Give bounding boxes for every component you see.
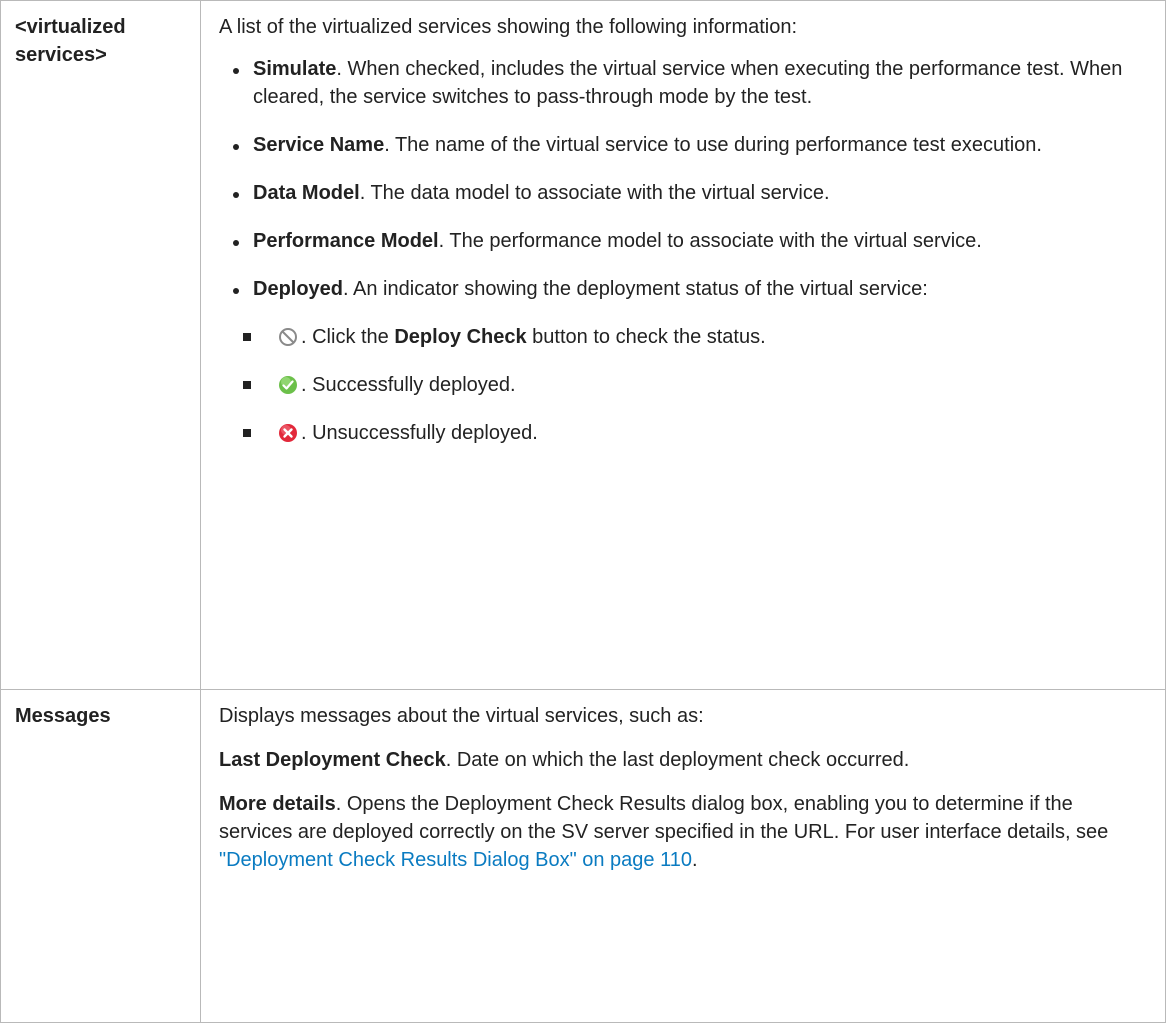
term-deployed: Deployed xyxy=(253,278,344,300)
success-check-icon xyxy=(277,374,299,396)
desc-performance-model: . The performance model to associate wit… xyxy=(438,230,982,252)
status-item-error: . Unsuccessfully deployed. xyxy=(219,419,1147,447)
status-text-error: . Unsuccessfully deployed. xyxy=(301,422,538,444)
list-item-service-name: Service Name. The name of the virtual se… xyxy=(219,131,1147,159)
row-label: Messages xyxy=(0,689,201,1023)
list-item-deployed: Deployed. An indicator showing the deplo… xyxy=(219,275,1147,303)
status-pre: . Click the xyxy=(301,326,395,348)
term-performance-model: Performance Model xyxy=(253,230,439,252)
more-details-paragraph: More details. Opens the Deployment Check… xyxy=(219,790,1147,874)
list-item-performance-model: Performance Model. The performance model… xyxy=(219,227,1147,255)
properties-table: <virtualized services> A list of the vir… xyxy=(0,0,1166,1023)
list-item-data-model: Data Model. The data model to associate … xyxy=(219,179,1147,207)
row-description: Displays messages about the virtual serv… xyxy=(200,689,1166,1023)
term-more-details: More details xyxy=(219,793,336,815)
messages-intro: Displays messages about the virtual serv… xyxy=(219,705,704,727)
status-text-success: . Successfully deployed. xyxy=(301,374,516,396)
desc-simulate: . When checked, includes the virtual ser… xyxy=(253,58,1123,108)
table-row-virtualized-services: <virtualized services> A list of the vir… xyxy=(0,0,1166,690)
end-period: . xyxy=(691,849,698,871)
table-row-messages: Messages Displays messages about the vir… xyxy=(0,689,1166,1023)
deployment-check-results-link[interactable]: "Deployment Check Results Dialog Box" on… xyxy=(219,849,692,871)
status-post: button to check the status. xyxy=(526,326,766,348)
row-description: A list of the virtualized services showi… xyxy=(200,0,1166,690)
status-item-not-checked: . Click the Deploy Check button to check… xyxy=(219,323,1147,351)
field-list: Simulate. When checked, includes the vir… xyxy=(219,55,1147,303)
error-x-icon xyxy=(277,422,299,444)
term-service-name: Service Name xyxy=(253,134,385,156)
desc-more-details: . Opens the Deployment Check Results dia… xyxy=(219,793,1109,843)
list-item-simulate: Simulate. When checked, includes the vir… xyxy=(219,55,1147,111)
term-data-model: Data Model xyxy=(253,182,360,204)
status-text-not-checked: . Click the Deploy Check button to check… xyxy=(301,323,766,351)
deploy-check-term: Deploy Check xyxy=(394,326,527,348)
deployed-status-list: . Click the Deploy Check button to check… xyxy=(219,323,1147,447)
not-checked-icon xyxy=(277,326,299,348)
term-simulate: Simulate xyxy=(253,58,337,80)
desc-data-model: . The data model to associate with the v… xyxy=(359,182,830,204)
term-last-deployment-check: Last Deployment Check xyxy=(219,749,446,771)
desc-last-deployment-check: . Date on which the last deployment chec… xyxy=(445,749,910,771)
status-item-success: . Successfully deployed. xyxy=(219,371,1147,399)
desc-service-name: . The name of the virtual service to use… xyxy=(384,134,1042,156)
last-deployment-check-paragraph: Last Deployment Check. Date on which the… xyxy=(219,746,1147,774)
desc-deployed: . An indicator showing the deployment st… xyxy=(343,278,928,300)
intro-text: A list of the virtualized services showi… xyxy=(219,16,798,38)
row-label: <virtualized services> xyxy=(0,0,201,690)
